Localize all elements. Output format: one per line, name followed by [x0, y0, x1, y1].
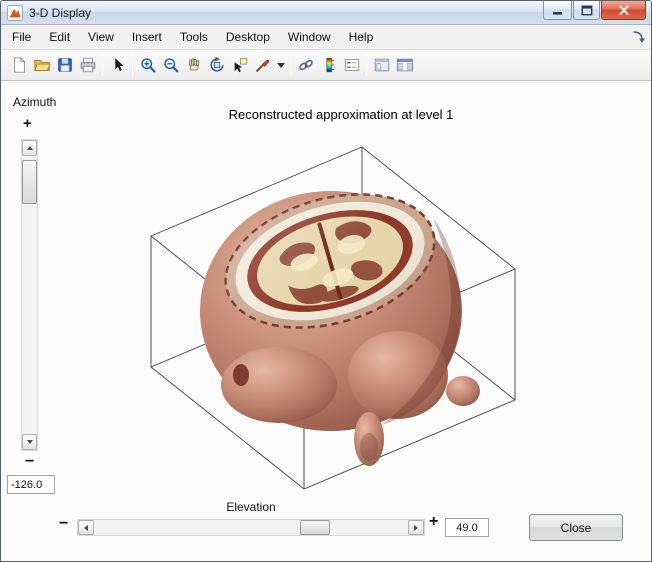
axes-3d-plot[interactable]	[133, 123, 553, 513]
select-arrow-button[interactable]	[106, 53, 129, 77]
menu-window[interactable]: Window	[279, 26, 340, 48]
brush-dropdown-button[interactable]	[274, 53, 287, 77]
link-plot-button[interactable]	[294, 53, 317, 77]
hide-plot-tools-button[interactable]	[370, 53, 393, 77]
minimize-button[interactable]	[543, 1, 572, 20]
close-icon	[619, 5, 628, 15]
menu-tools[interactable]: Tools	[171, 26, 217, 48]
menu-insert[interactable]: Insert	[123, 26, 171, 48]
print-figure-button[interactable]	[76, 53, 99, 77]
elevation-slider[interactable]	[77, 519, 425, 536]
elevation-increase-button[interactable]: +	[429, 513, 438, 531]
azimuth-slider-down-button[interactable]	[22, 434, 37, 450]
pan-hand-icon	[188, 58, 199, 71]
elevation-slider-right-button[interactable]	[408, 520, 424, 535]
select-arrow-icon	[114, 58, 123, 72]
insert-legend-button[interactable]	[340, 53, 363, 77]
plot-title: Reconstructed approximation at level 1	[228, 107, 454, 122]
menu-desktop[interactable]: Desktop	[217, 26, 279, 48]
data-cursor-button[interactable]	[228, 53, 251, 77]
new-figure-button[interactable]	[7, 53, 30, 77]
rotate-3d-button[interactable]	[205, 53, 228, 77]
ear-cavity	[233, 364, 249, 386]
elevation-value-input[interactable]	[445, 518, 489, 537]
matlab-figure-icon	[7, 4, 23, 21]
toolbar-separator	[366, 54, 367, 76]
azimuth-increase-button[interactable]: +	[23, 115, 32, 132]
elevation-slider-left-button[interactable]	[78, 520, 94, 535]
elevation-slider-thumb[interactable]	[300, 520, 330, 535]
azimuth-slider-up-button[interactable]	[22, 140, 37, 156]
toolbar-separator	[290, 54, 291, 76]
menu-edit[interactable]: Edit	[40, 26, 79, 48]
azimuth-slider-thumb[interactable]	[22, 160, 37, 204]
window-controls	[542, 1, 646, 20]
zoom-in-icon	[140, 58, 155, 73]
close-button[interactable]: Close	[529, 514, 623, 541]
menu-view[interactable]: View	[79, 26, 123, 48]
toolbar-separator	[132, 54, 133, 76]
menu-help[interactable]: Help	[340, 26, 383, 48]
zoom-in-button[interactable]	[136, 53, 159, 77]
figure-toolbar	[1, 50, 651, 81]
arrow-up-icon	[26, 146, 33, 150]
legend-icon	[344, 59, 359, 71]
azimuth-label: Azimuth	[13, 95, 57, 109]
rotate-3d-icon	[209, 56, 224, 72]
hide-plot-tools-icon	[374, 58, 389, 72]
arrow-down-icon	[26, 440, 33, 444]
zoom-out-icon	[163, 58, 178, 73]
titlebar[interactable]: 3-D Display	[1, 1, 651, 25]
brush-icon	[255, 59, 269, 72]
insert-colorbar-button[interactable]	[317, 53, 340, 77]
arrow-left-icon	[84, 524, 88, 531]
open-file-button[interactable]	[30, 53, 53, 77]
open-file-icon	[33, 60, 51, 71]
show-plot-tools-button[interactable]	[393, 53, 416, 77]
save-icon	[57, 58, 72, 72]
elevation-decrease-button[interactable]: −	[59, 515, 68, 533]
new-figure-icon	[13, 56, 25, 73]
menu-file[interactable]: File	[3, 26, 40, 48]
figure-window: 3-D Display File Edit View Insert Tools …	[0, 0, 652, 562]
colorbar-icon	[325, 57, 334, 73]
azimuth-value-input[interactable]	[7, 475, 55, 494]
arrow-right-icon	[414, 524, 418, 531]
close-window-button[interactable]	[601, 1, 646, 20]
dock-figure-icon[interactable]	[631, 30, 645, 44]
brush-data-button[interactable]	[251, 53, 274, 77]
menubar: File Edit View Insert Tools Desktop Wind…	[1, 25, 651, 50]
minimize-icon	[553, 11, 562, 15]
save-figure-button[interactable]	[53, 53, 76, 77]
maximize-icon	[581, 5, 592, 15]
elevation-label: Elevation	[226, 500, 276, 514]
maximize-button[interactable]	[573, 1, 600, 20]
toolbar-separator	[102, 54, 103, 76]
chevron-down-icon	[276, 62, 285, 68]
data-cursor-icon	[234, 58, 247, 73]
window-title: 3-D Display	[29, 5, 92, 20]
print-icon	[80, 57, 95, 73]
pan-button[interactable]	[182, 53, 205, 77]
azimuth-decrease-button[interactable]: −	[25, 453, 34, 471]
link-plot-icon	[298, 59, 313, 71]
show-plot-tools-icon	[396, 58, 413, 72]
azimuth-slider[interactable]	[21, 139, 38, 451]
figure-canvas: Reconstructed approximation at level 1 A…	[1, 81, 651, 561]
zoom-out-button[interactable]	[159, 53, 182, 77]
